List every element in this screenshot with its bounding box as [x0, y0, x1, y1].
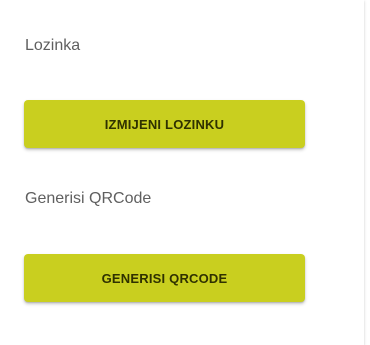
change-password-button[interactable]: IZMIJENI LOZINKU: [24, 100, 305, 148]
generate-qrcode-button[interactable]: GENERISI QRCODE: [24, 254, 305, 302]
qrcode-section-label: Generisi QRCode: [25, 190, 152, 207]
password-section-label: Lozinka: [25, 37, 81, 54]
settings-card: Lozinka IZMIJENI LOZINKU Generisi QRCode…: [0, 0, 364, 345]
